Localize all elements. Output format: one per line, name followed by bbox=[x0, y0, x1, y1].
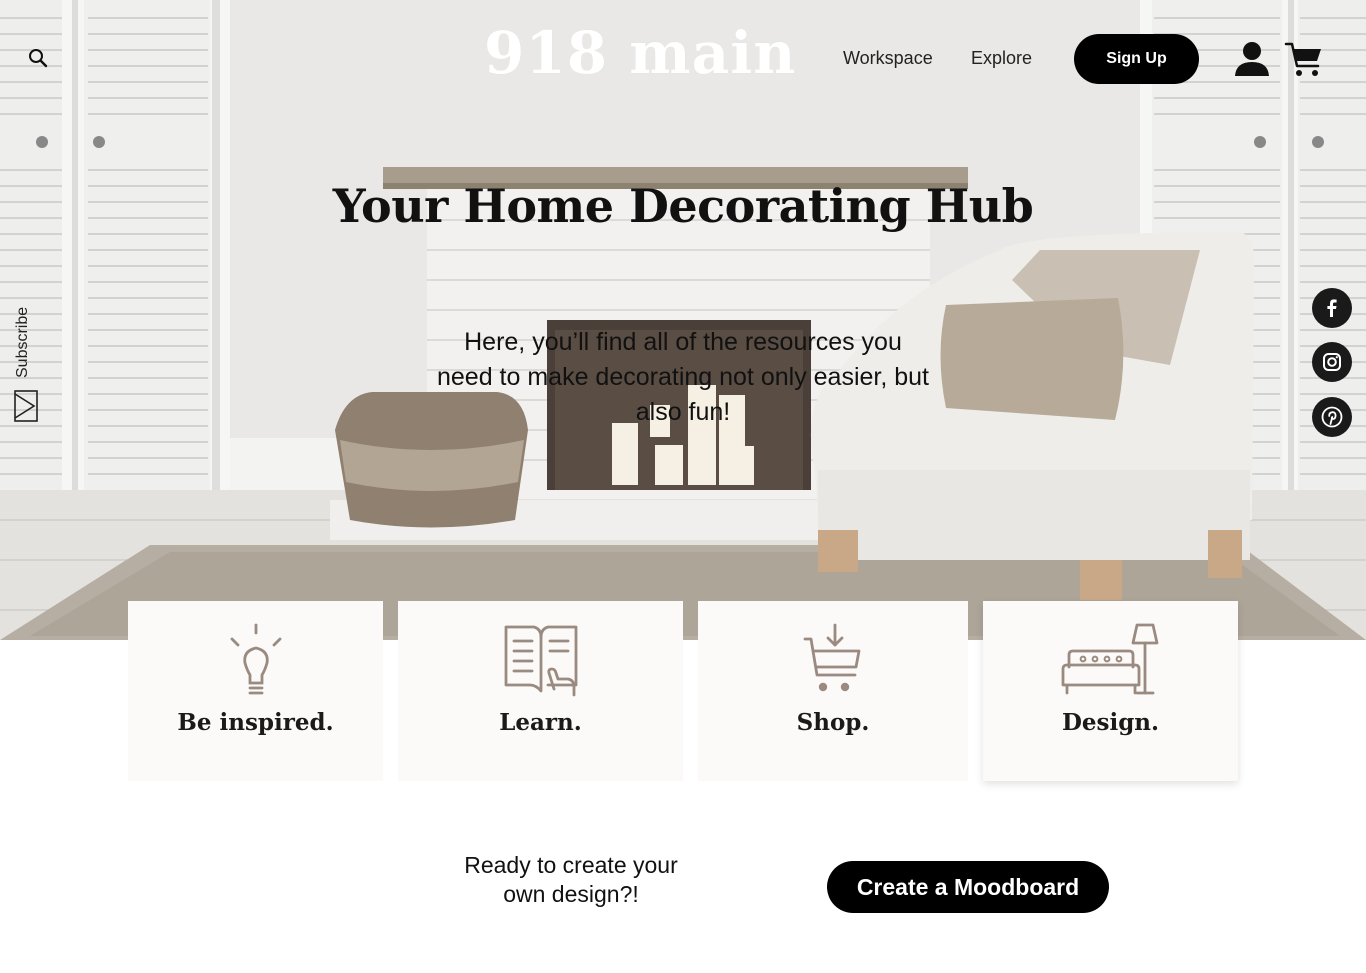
send-icon bbox=[14, 390, 38, 422]
hero-section: 918 main Workspace Explore Sign Up Subsc… bbox=[0, 0, 1366, 640]
search-button[interactable] bbox=[26, 46, 50, 70]
card-label: Shop. bbox=[796, 709, 870, 736]
shopping-cart-icon bbox=[803, 623, 861, 692]
lightbulb-icon bbox=[230, 623, 281, 695]
signup-button[interactable]: Sign Up bbox=[1074, 34, 1199, 84]
pinterest-icon bbox=[1321, 406, 1343, 428]
nav-workspace-link[interactable]: Workspace bbox=[843, 47, 933, 69]
hero-title: Your Home Decorating Hub bbox=[332, 179, 1034, 233]
subscribe-tab[interactable]: Subscribe bbox=[14, 290, 40, 422]
book-icon bbox=[504, 625, 577, 697]
instagram-icon bbox=[1323, 353, 1341, 371]
card-label: Be inspired. bbox=[177, 709, 334, 736]
search-icon bbox=[29, 49, 48, 68]
cart-button[interactable] bbox=[1284, 40, 1324, 80]
nav-explore-link[interactable]: Explore bbox=[971, 47, 1032, 69]
facebook-link[interactable] bbox=[1312, 288, 1352, 328]
cta-text: Ready to create your own design?! bbox=[464, 852, 678, 907]
site-logo[interactable]: 918 main bbox=[484, 18, 796, 88]
card-label: Learn. bbox=[499, 709, 582, 736]
instagram-link[interactable] bbox=[1312, 342, 1352, 382]
cart-icon bbox=[1284, 42, 1321, 76]
card-be-inspired[interactable]: Be inspired. bbox=[128, 601, 383, 781]
user-icon bbox=[1235, 42, 1269, 76]
account-button[interactable] bbox=[1233, 40, 1271, 78]
hero-background-image bbox=[0, 0, 1366, 640]
hero-description: Here, you’ll find all of the resources y… bbox=[437, 328, 929, 426]
card-design[interactable]: Design. bbox=[983, 601, 1238, 781]
card-label: Design. bbox=[1061, 709, 1160, 736]
card-shop[interactable]: Shop. bbox=[698, 601, 968, 781]
create-moodboard-button[interactable]: Create a Moodboard bbox=[827, 861, 1109, 913]
subscribe-label: Subscribe bbox=[14, 306, 31, 378]
sofa-lamp-icon bbox=[1061, 623, 1158, 695]
pinterest-link[interactable] bbox=[1312, 397, 1352, 437]
card-learn[interactable]: Learn. bbox=[398, 601, 683, 781]
facebook-icon bbox=[1327, 299, 1337, 317]
